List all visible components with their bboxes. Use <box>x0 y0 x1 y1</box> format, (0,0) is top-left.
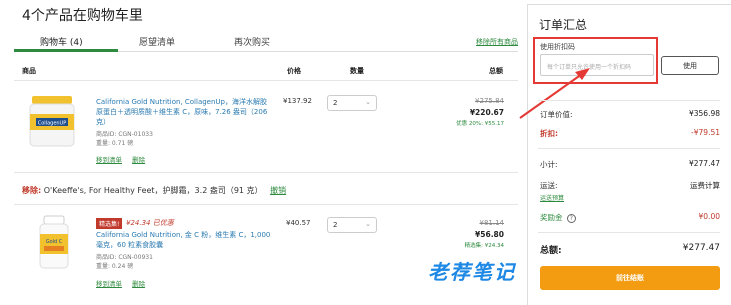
discount-value: -¥79.51 <box>691 128 720 137</box>
order-value: ¥356.98 <box>688 109 720 118</box>
subtotal-value: ¥277.47 <box>688 159 720 168</box>
shipping-label: 运送: <box>540 181 558 190</box>
rewards-label: 奖励金 ? <box>540 212 576 223</box>
rewards-label-text[interactable]: 奖励金 <box>540 213 563 222</box>
shipping-value: 运费计算 <box>690 181 720 190</box>
summary-divider <box>538 232 720 233</box>
discount-label: 折扣: <box>540 129 558 138</box>
subtotal-label: 小计: <box>540 160 558 169</box>
summary-divider <box>538 148 720 149</box>
shipping-estimate-link[interactable]: 运送预算 <box>540 193 564 202</box>
info-icon[interactable]: ? <box>566 214 576 223</box>
total-label: 总额: <box>540 246 562 256</box>
rewards-value: ¥0.00 <box>698 212 720 221</box>
order-value-label: 订单价值: <box>540 110 573 119</box>
total-value: ¥277.47 <box>682 243 720 253</box>
annotation-arrow <box>519 68 590 119</box>
summary-divider <box>538 100 720 101</box>
checkout-button[interactable]: 前往结账 <box>540 266 720 290</box>
watermark-logo: 老荐笔记 <box>428 260 516 284</box>
